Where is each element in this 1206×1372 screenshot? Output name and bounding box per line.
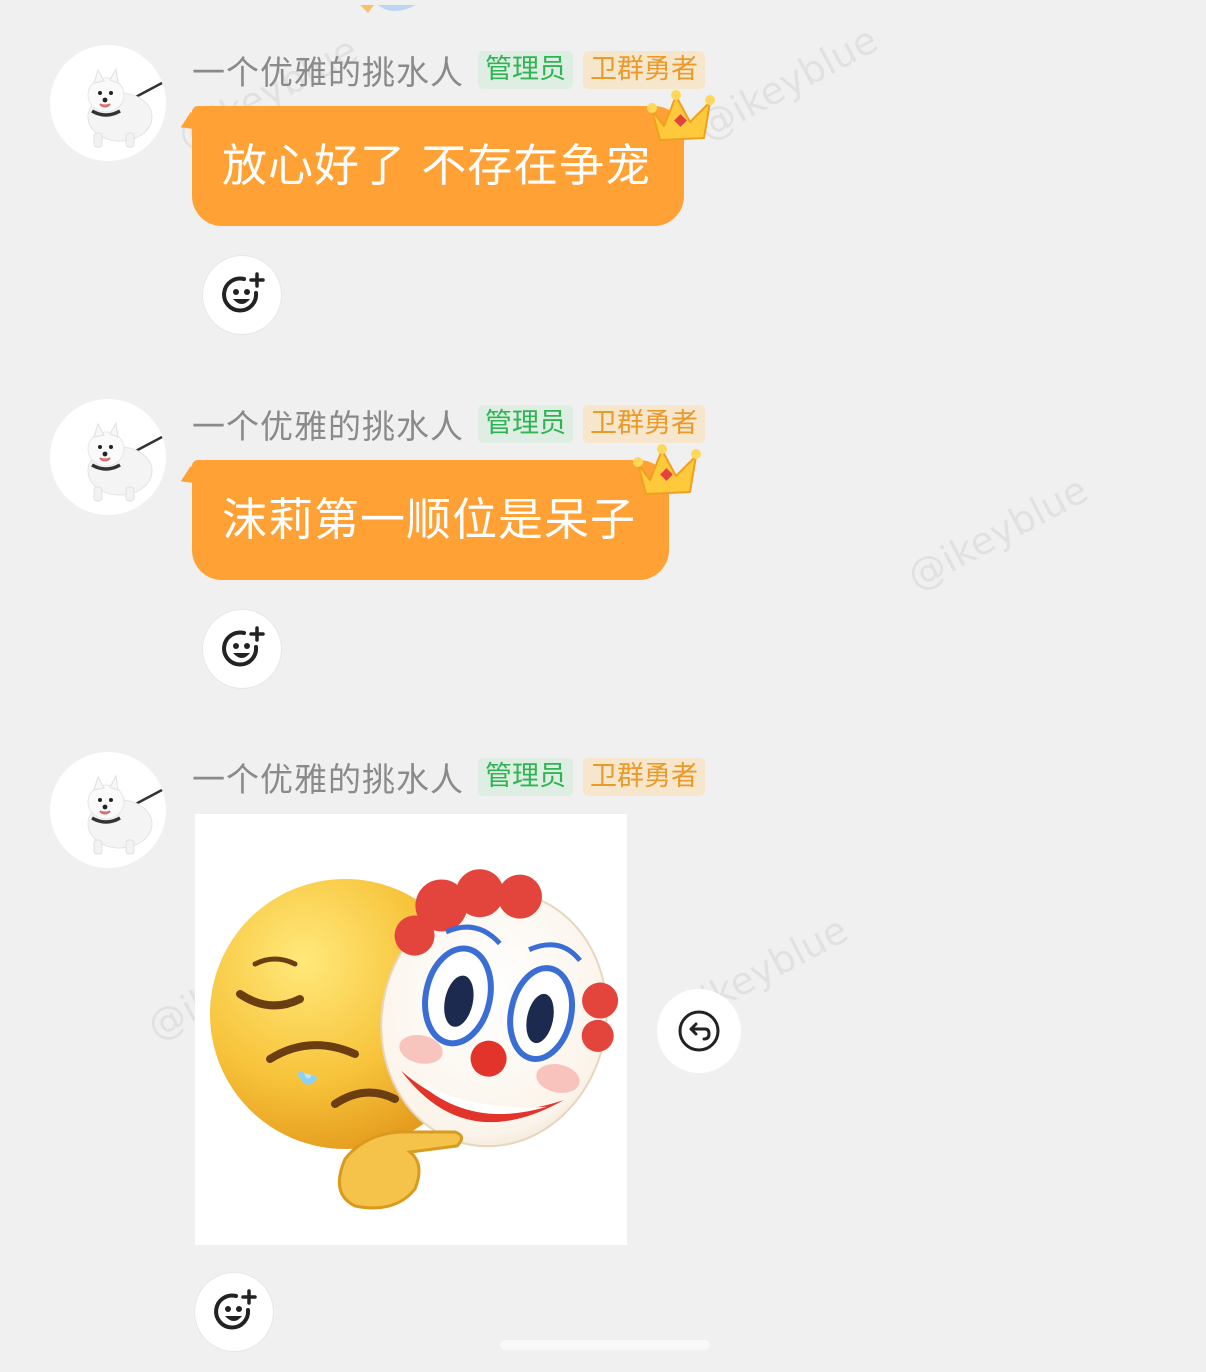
- guard-badge: 卫群勇者: [583, 51, 705, 89]
- message-bubble[interactable]: 放心好了 不存在争宠: [176, 106, 685, 226]
- add-reaction-button[interactable]: [194, 1272, 274, 1352]
- sender-info: 一个优雅的挑水人 管理员 卫群勇者: [192, 404, 705, 446]
- message-text: 沫莉第一顺位是呆子: [222, 493, 637, 546]
- message-bubble[interactable]: 沫莉第一顺位是呆子: [176, 460, 670, 580]
- sender-name[interactable]: 一个优雅的挑水人: [192, 753, 464, 801]
- sender-info: 一个优雅的挑水人 管理员 卫群勇者: [192, 50, 705, 92]
- sender-info: 一个优雅的挑水人 管理员 卫群勇者: [192, 757, 705, 799]
- guard-badge: 卫群勇者: [583, 405, 705, 443]
- smiley-plus-icon: [222, 626, 265, 667]
- reply-arrow-icon: [678, 1010, 720, 1052]
- sender-name[interactable]: 一个优雅的挑水人: [192, 400, 464, 448]
- partial-sticker-top: [358, 0, 418, 13]
- smiley-plus-icon: [214, 1289, 257, 1330]
- reply-button[interactable]: [657, 989, 741, 1073]
- bottom-scroll-indicator: [500, 1340, 710, 1350]
- crown-icon: [632, 442, 704, 504]
- samoyed-dog-icon: [87, 421, 163, 502]
- crying-face-with-clown-mask-sticker: [210, 869, 619, 1210]
- watermark: @ikeyblue: [690, 17, 885, 149]
- admin-badge: 管理员: [478, 405, 573, 443]
- watermark: @ikeyblue: [900, 467, 1095, 599]
- bubble-tail: [176, 111, 200, 137]
- avatar[interactable]: [50, 399, 166, 515]
- guard-badge: 卫群勇者: [583, 758, 705, 796]
- avatar[interactable]: [50, 45, 166, 161]
- add-reaction-button[interactable]: [202, 255, 282, 335]
- admin-badge: 管理员: [478, 758, 573, 796]
- sender-name[interactable]: 一个优雅的挑水人: [192, 46, 464, 94]
- add-reaction-button[interactable]: [202, 609, 282, 689]
- samoyed-dog-icon: [87, 774, 163, 855]
- crown-icon: [646, 88, 718, 150]
- admin-badge: 管理员: [478, 51, 573, 89]
- smiley-plus-icon: [222, 272, 265, 313]
- bubble-tail: [176, 465, 200, 491]
- avatar[interactable]: [50, 752, 166, 868]
- samoyed-dog-icon: [87, 67, 163, 148]
- message-text: 放心好了 不存在争宠: [222, 139, 652, 192]
- sticker-image[interactable]: [195, 814, 627, 1245]
